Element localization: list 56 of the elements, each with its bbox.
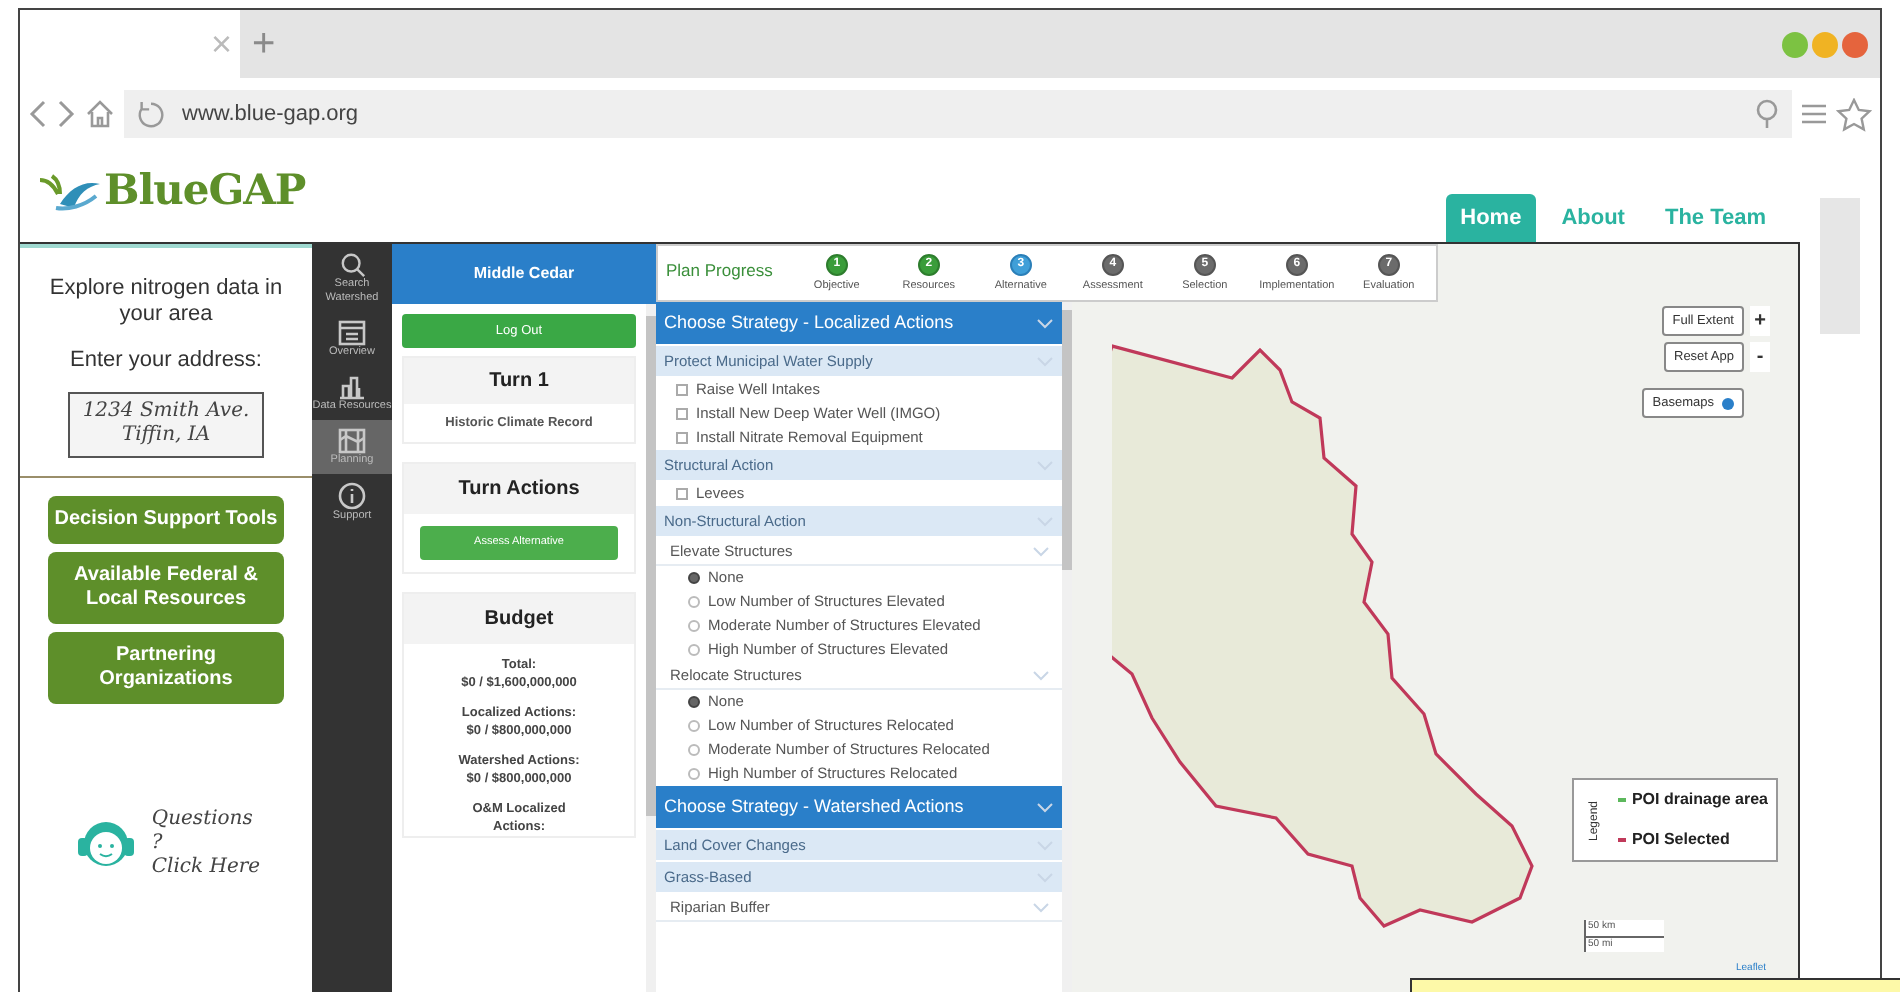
budget-title: Budget bbox=[404, 594, 634, 644]
chevron-down-icon[interactable] bbox=[1036, 317, 1054, 329]
sidebar-button[interactable]: Available Federal & Local Resources bbox=[48, 551, 284, 623]
progress-title: Plan Progress bbox=[666, 258, 773, 284]
radio-button[interactable] bbox=[688, 596, 700, 608]
site-logo[interactable]: BlueGAP bbox=[104, 158, 306, 221]
radio-button[interactable] bbox=[688, 644, 700, 656]
forward-icon[interactable] bbox=[56, 98, 76, 130]
sidebar-button[interactable]: Decision Support Tools bbox=[48, 495, 284, 543]
strategy-title: Choose Strategy - Localized Actions bbox=[664, 309, 954, 336]
radio-button[interactable] bbox=[688, 768, 700, 780]
legend-label: POI drainage area bbox=[1631, 788, 1768, 812]
sidebar-title: Explore nitrogen data in your area bbox=[47, 276, 285, 328]
address-field[interactable]: 1234 Smith Ave. Tiffin, IA bbox=[68, 391, 264, 457]
zoom-button[interactable]: - bbox=[1750, 342, 1770, 372]
radio-button[interactable] bbox=[688, 720, 700, 732]
reload-icon[interactable] bbox=[136, 99, 166, 129]
globe-icon bbox=[1722, 397, 1734, 409]
scrollbar[interactable] bbox=[646, 304, 656, 992]
help-link-text[interactable]: ? bbox=[151, 831, 261, 855]
radio-button[interactable] bbox=[688, 744, 700, 756]
chevron-down-icon[interactable] bbox=[1032, 669, 1050, 681]
radio-button[interactable] bbox=[688, 696, 700, 708]
star-icon[interactable] bbox=[1836, 97, 1872, 131]
scrollbar[interactable] bbox=[1062, 302, 1072, 992]
home-icon[interactable] bbox=[84, 98, 116, 130]
turn-title: Turn 1 bbox=[404, 358, 634, 404]
checkbox[interactable] bbox=[676, 432, 688, 444]
info-icon bbox=[338, 482, 366, 510]
radio-button[interactable] bbox=[688, 572, 700, 584]
bar-chart-icon bbox=[338, 374, 366, 400]
window-icon bbox=[338, 320, 366, 346]
map-icon bbox=[338, 428, 366, 454]
address-label: Enter your address: bbox=[70, 346, 262, 376]
help-link-text[interactable]: Questions bbox=[151, 807, 261, 831]
page-scrollbar[interactable] bbox=[1820, 198, 1860, 334]
strategy-header[interactable]: Choose Strategy - Watershed Actions bbox=[656, 786, 1062, 830]
search-icon bbox=[339, 252, 365, 278]
legend-label: POI Selected bbox=[1631, 828, 1730, 852]
strategy-header[interactable]: Choose Strategy - Localized Actions bbox=[656, 302, 1062, 346]
back-icon[interactable] bbox=[28, 98, 48, 130]
strategy-title: Choose Strategy - Watershed Actions bbox=[664, 793, 964, 820]
address-bar[interactable]: www.blue-gap.org bbox=[124, 90, 1792, 138]
sidebar-button[interactable]: Partnering Organizations bbox=[48, 631, 284, 703]
panel-header: Middle Cedar bbox=[392, 244, 656, 304]
radio-button[interactable] bbox=[688, 620, 700, 632]
checkbox[interactable] bbox=[676, 488, 688, 500]
zoom-button[interactable]: + bbox=[1750, 306, 1770, 336]
pin-icon[interactable] bbox=[1754, 98, 1780, 130]
actions-title: Turn Actions bbox=[404, 464, 634, 514]
checkbox[interactable] bbox=[676, 408, 688, 420]
help-link-text[interactable]: Click Here bbox=[151, 855, 261, 879]
menu-icon[interactable] bbox=[1800, 102, 1828, 126]
url-text: www.blue-gap.org bbox=[182, 99, 359, 130]
chevron-down-icon[interactable] bbox=[1036, 801, 1054, 813]
checkbox[interactable] bbox=[676, 384, 688, 396]
